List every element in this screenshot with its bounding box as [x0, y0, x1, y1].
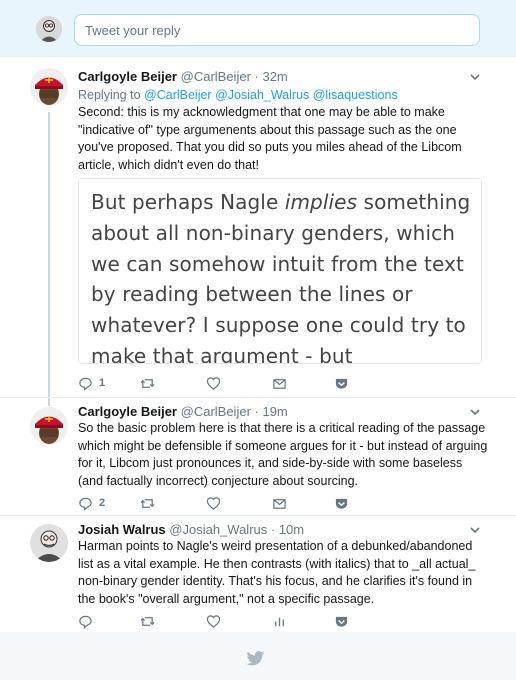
- analytics-bars-icon: [275, 617, 284, 626]
- retweet-button[interactable]: [140, 494, 155, 512]
- retweet-icon: [140, 378, 155, 388]
- reply-icon: [79, 497, 92, 511]
- thread-connector-top: [48, 398, 50, 406]
- soviet-cap-avatar-icon: [30, 68, 68, 106]
- josiah-avatar[interactable]: [30, 524, 68, 562]
- reply-composer-bar: Tweet your reply: [0, 0, 516, 57]
- author-name[interactable]: Carlgoyle Beijer: [78, 69, 177, 84]
- author-handle[interactable]: @Josiah_Walrus: [169, 522, 267, 537]
- my-avatar[interactable]: [36, 16, 62, 42]
- tweet-text: Second: this is my acknowledgment that o…: [78, 105, 462, 172]
- soviet-cap-avatar-icon: [30, 407, 68, 445]
- retweet-button[interactable]: [140, 612, 155, 630]
- thread-connector: [48, 112, 50, 398]
- analytics-button[interactable]: [272, 612, 287, 630]
- tweet-2[interactable]: Carlgoyle Beijer @CarlBeijer · 19m So th…: [0, 398, 516, 516]
- pocket-icon: [335, 498, 348, 509]
- direct-message-button[interactable]: [272, 494, 287, 512]
- user-avatar-icon: [30, 524, 68, 562]
- reply-icon: [79, 377, 92, 391]
- tweet-text: Harman points to Nagle's weird presentat…: [78, 539, 476, 606]
- author-name[interactable]: Carlgoyle Beijer: [78, 404, 177, 419]
- tweet-header: Carlgoyle Beijer @CarlBeijer · 32m: [78, 69, 288, 84]
- tweet-time[interactable]: · 32m: [255, 69, 288, 84]
- like-button[interactable]: [206, 374, 221, 392]
- tweet-header: Josiah Walrus @Josiah_Walrus · 10m: [78, 522, 304, 537]
- tweet-header: Carlgoyle Beijer @CarlBeijer · 19m: [78, 404, 288, 419]
- chevron-down-icon[interactable]: [468, 523, 482, 537]
- tweet-1[interactable]: Carlgoyle Beijer @CarlBeijer · 32m Reply…: [0, 58, 516, 398]
- reply-button[interactable]: [78, 612, 93, 630]
- pocket-save-button[interactable]: [334, 612, 349, 630]
- retweet-icon: [140, 616, 155, 626]
- chevron-down-icon[interactable]: [468, 70, 482, 84]
- quoted-image-text: But perhaps Nagle implies something abou…: [91, 190, 471, 364]
- pocket-icon: [335, 616, 348, 627]
- user-avatar-icon: [36, 16, 62, 42]
- carlgoyle-avatar[interactable]: [30, 68, 68, 106]
- quoted-image[interactable]: But perhaps Nagle implies something abou…: [78, 178, 482, 364]
- heart-icon: [206, 496, 221, 510]
- tweet-reply-input[interactable]: Tweet your reply: [74, 14, 480, 46]
- author-handle[interactable]: @CarlBeijer: [181, 404, 251, 419]
- author-handle[interactable]: @CarlBeijer: [181, 69, 251, 84]
- like-button[interactable]: [206, 612, 221, 630]
- retweet-button[interactable]: [140, 374, 155, 392]
- pocket-save-button[interactable]: [334, 494, 349, 512]
- pocket-icon: [335, 378, 348, 389]
- chevron-down-icon[interactable]: [468, 405, 482, 419]
- reply-count: 2: [99, 497, 106, 509]
- tweet-text: So the basic problem here is that there …: [78, 421, 488, 488]
- reply-icon: [79, 615, 92, 629]
- replying-handles[interactable]: @CarlBeijer @Josiah_Walrus @lisaquestion…: [144, 88, 398, 102]
- carlgoyle-avatar[interactable]: [30, 407, 68, 445]
- author-name[interactable]: Josiah Walrus: [78, 522, 166, 537]
- envelope-icon: [273, 378, 286, 389]
- tweet-time[interactable]: · 10m: [271, 522, 304, 537]
- reply-button[interactable]: 1: [78, 374, 105, 392]
- heart-icon: [206, 614, 221, 628]
- retweet-icon: [140, 498, 155, 508]
- replying-to: Replying to @CarlBeijer @Josiah_Walrus @…: [78, 88, 398, 102]
- reply-count: 1: [99, 377, 106, 389]
- tweet-time[interactable]: · 19m: [255, 404, 288, 419]
- replying-prefix: Replying to: [78, 88, 141, 102]
- heart-icon: [206, 376, 221, 390]
- envelope-icon: [273, 498, 286, 509]
- reply-button[interactable]: 2: [78, 494, 105, 512]
- tweet-3[interactable]: Josiah Walrus @Josiah_Walrus · 10m Harma…: [0, 516, 516, 632]
- twitter-bird-icon: [246, 651, 265, 666]
- like-button[interactable]: [206, 494, 221, 512]
- direct-message-button[interactable]: [272, 374, 287, 392]
- pocket-save-button[interactable]: [334, 374, 349, 392]
